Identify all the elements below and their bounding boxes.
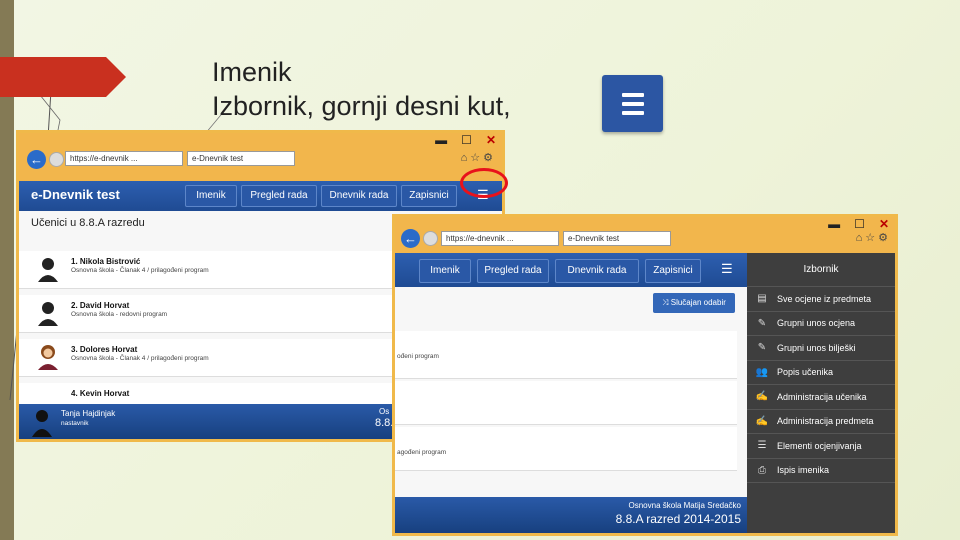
slide-title-line2: Izbornik, gornji desni kut, bbox=[212, 91, 511, 121]
browser-window-2: ▬ ☐ ✕ ← https://e-dnevnik ... e-Dnevnik … bbox=[392, 214, 898, 536]
sidebar-item-label: Administracija učenika bbox=[777, 391, 867, 402]
avatar-icon bbox=[38, 302, 58, 326]
hamburger-menu-icon-large bbox=[602, 75, 663, 132]
sidebar-item-label: Elementi ocjenjivanja bbox=[777, 440, 862, 451]
highlight-circle bbox=[460, 168, 508, 198]
back-icon[interactable]: ← bbox=[401, 229, 420, 248]
student-row[interactable]: 3. Dolores Horvat Osnovna škola - Članak… bbox=[19, 339, 399, 377]
avatar-icon bbox=[38, 258, 58, 282]
nav-imenik[interactable]: Imenik bbox=[419, 259, 471, 283]
window-controls: ▬ ☐ ✕ bbox=[435, 133, 496, 147]
hamburger-menu-icon[interactable]: ☰ bbox=[721, 261, 733, 277]
minimize-icon[interactable]: ▬ bbox=[435, 133, 447, 147]
sidebar-item-label: Ispis imenika bbox=[777, 465, 830, 476]
list-icon: ☰ bbox=[757, 440, 767, 452]
class-name: 8.8.A razred 2014-2015 bbox=[615, 512, 741, 526]
sidebar-menu: Izbornik ▤ Sve ocjene iz predmeta ✎ Grupni… bbox=[747, 253, 895, 533]
browser-toolbar-icons[interactable]: ⌂☆⚙ bbox=[461, 151, 496, 164]
sidebar-item-administracija-ucenika[interactable]: ✍ Administracija učenika bbox=[747, 385, 895, 410]
close-icon[interactable]: ✕ bbox=[486, 133, 496, 147]
nav-imenik[interactable]: Imenik bbox=[185, 185, 237, 207]
sidebar-item-grupni-unos-ocjena[interactable]: ✎ Grupni unos ocjena bbox=[747, 312, 895, 336]
back-icon[interactable]: ← bbox=[27, 150, 46, 169]
class-name: 8.8. bbox=[375, 417, 394, 429]
sidebar-item-popis-ucenika[interactable]: 👥 Popis učenika bbox=[747, 361, 895, 385]
browser-chrome: ▬ ☐ ✕ ← https://e-dnevnik ... e-Dnevnik … bbox=[19, 133, 502, 181]
slide-title: Imenik Izbornik, gornji desni kut, bbox=[212, 55, 511, 123]
edit-icon: ✍ bbox=[755, 391, 769, 403]
sidebar-title: Izbornik bbox=[747, 253, 895, 287]
forward-icon[interactable] bbox=[423, 231, 438, 246]
student-name: 3. Dolores Horvat bbox=[71, 345, 138, 354]
student-desc: Osnovna škola - redovni program bbox=[71, 311, 168, 318]
address-bar[interactable]: https://e-dnevnik ... bbox=[441, 231, 559, 246]
sidebar-item-label: Grupni unos ocjena bbox=[777, 318, 856, 329]
pencil-icon: ✎ bbox=[757, 317, 767, 329]
student-desc: Osnovna škola - Članak 4 / prilagođeni p… bbox=[71, 355, 209, 362]
school-name: Os bbox=[379, 407, 390, 416]
print-icon: ⎙ bbox=[758, 464, 766, 476]
list-item[interactable]: agođeni program bbox=[395, 427, 737, 471]
maximize-icon[interactable]: ☐ bbox=[854, 217, 865, 231]
list-item[interactable]: ođeni program bbox=[395, 331, 737, 379]
school-name: Osnovna škola Matija Sredačko bbox=[628, 501, 742, 510]
window-controls: ▬ ☐ ✕ bbox=[828, 217, 889, 231]
student-name: 1. Nikola Bistrović bbox=[71, 257, 141, 266]
nav-pregled-rada[interactable]: Pregled rada bbox=[241, 185, 317, 207]
user-role: nastavnik bbox=[61, 420, 89, 427]
random-pick-label: Slučajan odabir bbox=[670, 298, 726, 307]
user-avatar-icon bbox=[32, 410, 52, 437]
sidebar-item-label: Sve ocjene iz predmeta bbox=[777, 293, 872, 304]
browser-toolbar-icons[interactable]: ⌂☆⚙ bbox=[856, 231, 891, 244]
close-icon[interactable]: ✕ bbox=[879, 217, 889, 231]
student-row[interactable]: 1. Nikola Bistrović Osnovna škola - Član… bbox=[19, 251, 399, 289]
edit-icon: ✍ bbox=[755, 415, 769, 427]
users-icon: 👥 bbox=[755, 366, 769, 378]
student-row[interactable]: 2. David Horvat Osnovna škola - redovni … bbox=[19, 295, 399, 333]
list-item[interactable] bbox=[395, 381, 737, 425]
sidebar-item-label: Administracija predmeta bbox=[777, 416, 874, 427]
section-title: Učenici u 8.8.A razredu bbox=[31, 217, 145, 229]
red-arrow-shape bbox=[0, 57, 126, 97]
sidebar-item-elementi-ocjenjivanja[interactable]: ☰ Elementi ocjenjivanja bbox=[747, 434, 895, 459]
avatar-icon bbox=[38, 345, 58, 370]
browser-chrome: ▬ ☐ ✕ ← https://e-dnevnik ... e-Dnevnik … bbox=[395, 217, 895, 253]
nav-pregled-rada[interactable]: Pregled rada bbox=[477, 259, 549, 283]
forward-icon[interactable] bbox=[49, 152, 64, 167]
nav-dnevnik-rada[interactable]: Dnevnik rada bbox=[555, 259, 639, 283]
maximize-icon[interactable]: ☐ bbox=[461, 133, 472, 147]
app-navbar: e-Dnevnik test Imenik Pregled rada Dnevn… bbox=[19, 181, 502, 211]
student-desc: Osnovna škola - Članak 4 / prilagođeni p… bbox=[71, 267, 209, 274]
table-icon: ▤ bbox=[757, 293, 767, 305]
sidebar-item-label: Grupni unos bilješki bbox=[777, 342, 856, 353]
nav-zapisnici[interactable]: Zapisnici bbox=[401, 185, 457, 207]
minimize-icon[interactable]: ▬ bbox=[828, 217, 840, 231]
pencil-icon: ✎ bbox=[757, 342, 767, 354]
nav-dnevnik-rada[interactable]: Dnevnik rada bbox=[321, 185, 397, 207]
app-navbar: Imenik Pregled rada Dnevnik rada Zapisni… bbox=[395, 253, 747, 287]
student-name: 4. Kevin Horvat bbox=[71, 389, 130, 398]
address-bar[interactable]: https://e-dnevnik ... bbox=[65, 151, 183, 166]
sidebar-item-administracija-predmeta[interactable]: ✍ Administracija predmeta bbox=[747, 410, 895, 434]
sidebar-item-sve-ocjene[interactable]: ▤ Sve ocjene iz predmeta bbox=[747, 287, 895, 312]
sidebar-item-grupni-unos-biljeski[interactable]: ✎ Grupni unos bilješki bbox=[747, 336, 895, 361]
sidebar-item-label: Popis učenika bbox=[777, 367, 834, 378]
random-pick-button[interactable]: ⤨ Slučajan odabir bbox=[653, 293, 735, 313]
student-name: 2. David Horvat bbox=[71, 301, 130, 310]
slide-title-line1: Imenik bbox=[212, 57, 292, 87]
nav-zapisnici[interactable]: Zapisnici bbox=[645, 259, 701, 283]
app-footer: Osnovna škola Matija Sredačko 8.8.A razr… bbox=[395, 497, 747, 533]
browser-tab[interactable]: e-Dnevnik test bbox=[187, 151, 295, 166]
user-name: Tanja Hajdinjak bbox=[61, 409, 116, 418]
browser-tab[interactable]: e-Dnevnik test bbox=[563, 231, 671, 246]
app-brand[interactable]: e-Dnevnik test bbox=[31, 187, 120, 202]
sidebar-item-ispis-imenika[interactable]: ⎙ Ispis imenika bbox=[747, 459, 895, 483]
main-content: ⤨ Slučajan odabir ođeni program agođeni … bbox=[395, 287, 747, 499]
